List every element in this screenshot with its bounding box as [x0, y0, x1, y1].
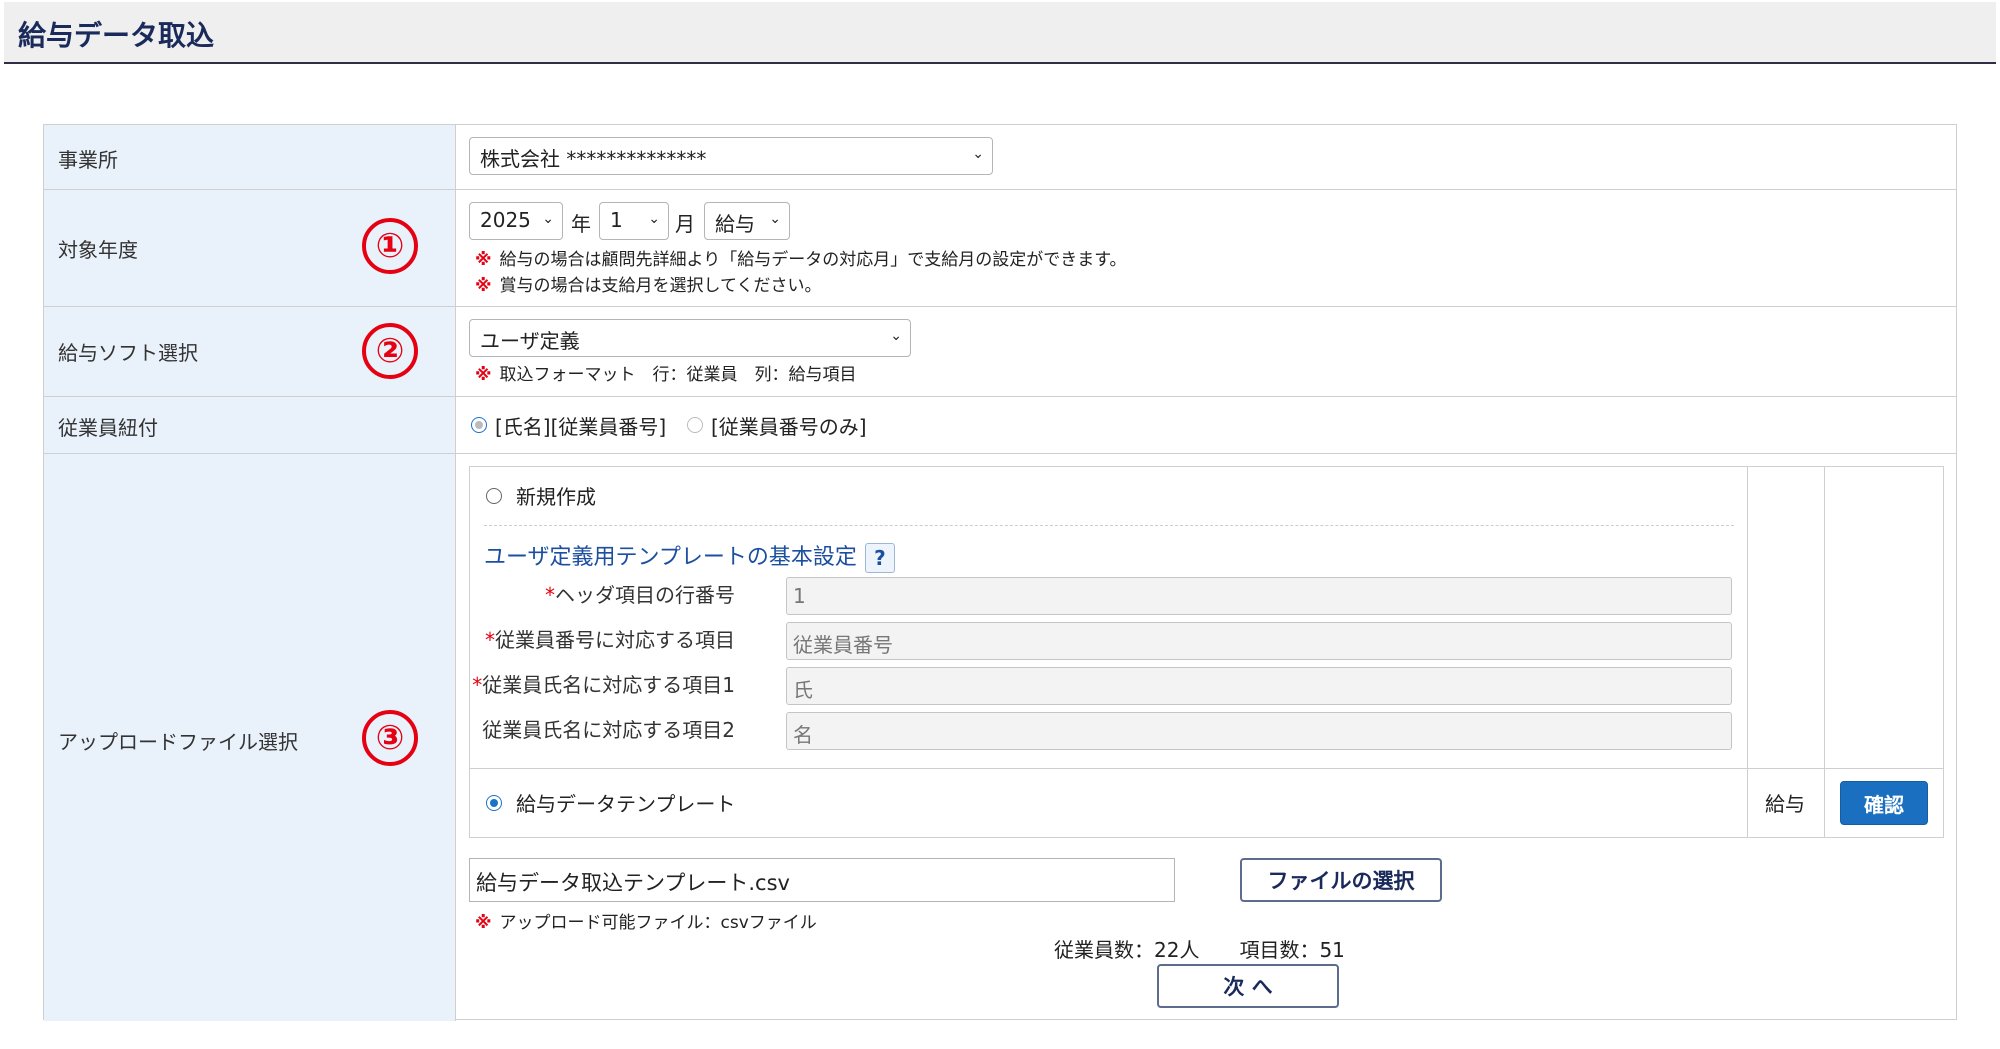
year-note-2-text: 賞与の場合は支給月を選択してください。	[499, 276, 822, 296]
chevron-down-icon: ⌄	[542, 211, 554, 227]
option-number-only[interactable]: [従業員番号のみ]	[711, 411, 867, 440]
step-marker-1: ①	[362, 218, 418, 274]
upload-row: アップロードファイル選択 ③ 新規作成 ユーザ定義用テンプレートの基本設定? *…	[44, 454, 1956, 1021]
year-value-cell: 2025 ⌄ 年 1 ⌄ 月 給与 ⌄ ※ 給与の場合は顧問先詳細より「給与データ…	[457, 190, 1956, 306]
header-row-number-label-text: ヘッダ項目の行番号	[555, 583, 735, 607]
record-counts: 従業員数：22人 項目数：51	[1054, 938, 1345, 962]
employee-number-field-label: *従業員番号に対応する項目	[435, 624, 735, 653]
software-note: ※ 取込フォーマット 行：従業員 列：給与項目	[475, 360, 857, 385]
employee-name-field-1-label-text: 従業員氏名に対応する項目1	[482, 673, 735, 697]
software-select[interactable]: ユーザ定義 ⌄	[469, 319, 911, 357]
office-label: 事業所	[58, 148, 118, 172]
employee-link-row: 従業員紐付 [氏名][従業員番号] [従業員番号のみ]	[44, 397, 1956, 454]
upload-value-cell: 新規作成 ユーザ定義用テンプレートの基本設定? *ヘッダ項目の行番号 1 *従業…	[457, 454, 1956, 1021]
office-label-cell: 事業所	[44, 125, 456, 189]
required-mark: *	[472, 673, 483, 697]
upload-label: アップロードファイル選択	[58, 730, 298, 754]
template-box: 新規作成 ユーザ定義用テンプレートの基本設定? *ヘッダ項目の行番号 1 *従業…	[469, 466, 1944, 838]
pay-type-select[interactable]: 給与 ⌄	[704, 202, 790, 240]
year-select-value: 2025	[480, 208, 531, 232]
help-icon[interactable]: ?	[864, 543, 895, 573]
required-mark: *	[485, 628, 495, 652]
page-header: 給与データ取込	[4, 2, 1996, 64]
chevron-down-icon: ⌄	[890, 328, 902, 344]
header-row-number-input[interactable]: 1	[786, 577, 1732, 615]
office-value-cell: 株式会社 ************** ⌄	[457, 125, 1956, 189]
employee-name-field-2-label: 従業員氏名に対応する項目2	[435, 714, 735, 743]
note-mark: ※	[475, 913, 492, 933]
software-value-cell: ユーザ定義 ⌄ ※ 取込フォーマット 行：従業員 列：給与項目	[457, 307, 1956, 396]
template-settings-title-text: ユーザ定義用テンプレートの基本設定	[484, 545, 857, 570]
divider	[1824, 467, 1825, 837]
upload-label-cell: アップロードファイル選択 ③	[44, 454, 456, 1021]
radio-number-only[interactable]	[687, 417, 703, 433]
file-note-text: アップロード可能ファイル：csvファイル	[499, 913, 817, 933]
choose-file-button[interactable]: ファイルの選択	[1240, 858, 1442, 902]
year-note-1-text: 給与の場合は顧問先詳細より「給与データの対応月」で支給月の設定ができます。	[499, 250, 1127, 270]
chevron-down-icon: ⌄	[769, 211, 781, 227]
header-row-number-label: *ヘッダ項目の行番号	[435, 579, 735, 608]
chevron-down-icon: ⌄	[972, 146, 984, 162]
employee-name-field-1-input[interactable]: 氏	[786, 667, 1732, 705]
month-select-value: 1	[610, 208, 623, 232]
employee-link-value-cell: [氏名][従業員番号] [従業員番号のみ]	[457, 397, 1956, 453]
software-note-text: 取込フォーマット 行：従業員 列：給与項目	[499, 365, 857, 385]
template-type: 給与	[1765, 792, 1805, 816]
note-mark: ※	[475, 365, 492, 385]
employee-number-field-label-text: 従業員番号に対応する項目	[495, 628, 735, 652]
employee-number-field-input[interactable]: 従業員番号	[786, 622, 1732, 660]
employee-name-field-1-label: *従業員氏名に対応する項目1	[435, 669, 735, 698]
note-mark: ※	[475, 250, 492, 270]
note-mark: ※	[475, 276, 492, 296]
software-label: 給与ソフト選択	[58, 341, 198, 365]
import-form: 事業所 株式会社 ************** ⌄ 対象年度 ① 2025 ⌄ …	[43, 124, 1957, 1021]
salary-template-label[interactable]: 給与データテンプレート	[516, 788, 735, 817]
new-template-label[interactable]: 新規作成	[516, 481, 596, 510]
step-marker-2: ②	[362, 323, 418, 379]
file-name-field[interactable]: 給与データ取込テンプレート.csv	[469, 858, 1175, 902]
page-title: 給与データ取込	[18, 19, 215, 52]
pay-type-select-value: 給与	[715, 212, 755, 236]
radio-name-and-number[interactable]	[471, 417, 487, 433]
year-note-1: ※ 給与の場合は顧問先詳細より「給与データの対応月」で支給月の設定ができます。	[475, 245, 1127, 270]
year-note-2: ※ 賞与の場合は支給月を選択してください。	[475, 271, 822, 296]
step-marker-3: ③	[362, 710, 418, 766]
office-row: 事業所 株式会社 ************** ⌄	[44, 125, 1956, 190]
employee-link-label-cell: 従業員紐付	[44, 397, 456, 453]
dashed-divider	[484, 525, 1734, 526]
option-name-and-number[interactable]: [氏名][従業員番号]	[495, 411, 666, 440]
year-unit: 年	[571, 212, 591, 236]
employee-link-label: 従業員紐付	[58, 416, 158, 440]
software-select-value: ユーザ定義	[480, 329, 580, 353]
divider	[1747, 467, 1748, 837]
confirm-button[interactable]: 確認	[1840, 781, 1928, 825]
month-select[interactable]: 1 ⌄	[599, 202, 669, 240]
year-select[interactable]: 2025 ⌄	[469, 202, 563, 240]
year-label-cell: 対象年度 ①	[44, 190, 456, 306]
year-label: 対象年度	[58, 238, 138, 262]
template-settings-title: ユーザ定義用テンプレートの基本設定?	[484, 539, 895, 573]
next-button[interactable]: 次 へ	[1157, 964, 1339, 1008]
year-row: 対象年度 ① 2025 ⌄ 年 1 ⌄ 月 給与 ⌄ ※ 給与の場合は顧問先詳細よ…	[44, 190, 1956, 307]
radio-salary-template[interactable]	[486, 795, 502, 811]
office-select-value: 株式会社 **************	[480, 147, 707, 171]
month-unit: 月	[675, 212, 695, 236]
employee-name-field-2-input[interactable]: 名	[786, 712, 1732, 750]
software-row: 給与ソフト選択 ② ユーザ定義 ⌄ ※ 取込フォーマット 行：従業員 列：給与項目	[44, 307, 1956, 397]
required-mark: *	[545, 583, 555, 607]
file-note: ※ アップロード可能ファイル：csvファイル	[475, 908, 817, 933]
radio-new-template[interactable]	[486, 488, 502, 504]
office-select[interactable]: 株式会社 ************** ⌄	[469, 137, 993, 175]
divider	[470, 768, 1943, 769]
chevron-down-icon: ⌄	[648, 211, 660, 227]
software-label-cell: 給与ソフト選択 ②	[44, 307, 456, 396]
employee-name-field-2-label-text: 従業員氏名に対応する項目2	[482, 718, 735, 742]
